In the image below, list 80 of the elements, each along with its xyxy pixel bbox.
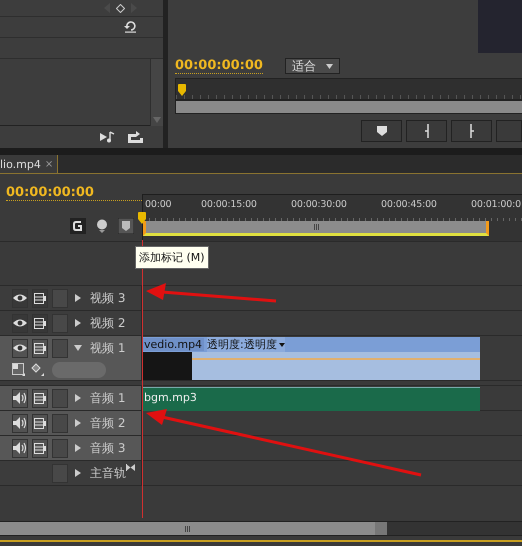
expand-triangle-icon[interactable] (74, 469, 82, 477)
lock-toggle[interactable] (52, 438, 68, 458)
lock-toggle[interactable] (52, 338, 68, 358)
expand-triangle-icon[interactable] (74, 419, 82, 427)
video-clip[interactable]: vedio.mp4 透明度:透明度 (142, 337, 480, 380)
expand-triangle-icon[interactable] (74, 444, 82, 452)
track-name: 视频 2 (90, 314, 126, 332)
film-icon[interactable] (34, 318, 46, 328)
tooltip: 添加标记 (M) (135, 246, 209, 269)
export-icon[interactable] (128, 131, 143, 143)
film-icon[interactable] (34, 292, 46, 304)
speaker-icon[interactable] (13, 442, 27, 454)
clip-name: vedio.mp4 (142, 338, 204, 351)
track-name: 主音轨 (90, 464, 126, 482)
video-preview (478, 0, 522, 53)
scroll-bar[interactable] (0, 522, 375, 535)
clip-name: bgm.mp3 (143, 390, 198, 404)
time-label: 00:00 (145, 199, 172, 210)
mark-in-button[interactable] (406, 120, 447, 142)
film-icon[interactable] (34, 418, 46, 428)
eye-icon[interactable] (13, 318, 27, 328)
display-mode-icon[interactable] (12, 363, 25, 376)
close-button[interactable]: × (44, 158, 54, 170)
time-label: 00:00:45:00 (381, 199, 437, 210)
speaker-icon[interactable] (13, 417, 27, 429)
tab-label: lio.mp4 (0, 158, 41, 170)
track-name: 音频 2 (90, 414, 126, 432)
marker-icon (376, 126, 386, 136)
track-header[interactable]: 音频 3 (0, 436, 142, 460)
time-label: 00:01:00:0 (471, 199, 521, 210)
effect-menu[interactable]: 透明度:透明度 (207, 337, 285, 352)
playhead-icon[interactable] (178, 84, 186, 96)
play-audio-icon[interactable] (100, 131, 116, 143)
collapse-triangle-icon[interactable] (74, 344, 82, 352)
add-marker-icon[interactable] (118, 218, 134, 234)
mark-out-icon (468, 124, 474, 138)
keyframe-icon[interactable] (31, 363, 44, 376)
time-label: 00:00:15:00 (201, 199, 257, 210)
grip-icon (185, 526, 190, 532)
track-name: 视频 1 (90, 340, 126, 356)
diamond-icon[interactable] (116, 4, 125, 12)
mark-in-icon (424, 124, 430, 138)
scroll-bar[interactable] (150, 59, 163, 126)
lock-toggle[interactable] (52, 414, 68, 432)
lightbulb-icon[interactable] (96, 219, 108, 233)
snap-icon[interactable] (70, 218, 86, 234)
eye-icon[interactable] (13, 293, 27, 303)
timecode[interactable]: 00:00:00:00 (6, 186, 142, 201)
lock-toggle[interactable] (52, 388, 68, 408)
thumbnail-placeholder (142, 352, 192, 380)
add-marker-button[interactable] (361, 120, 402, 142)
film-icon[interactable] (34, 392, 46, 404)
eye-icon[interactable] (13, 343, 27, 353)
expand-triangle-icon[interactable] (74, 319, 82, 327)
sequence-tab[interactable]: lio.mp4 × (0, 155, 58, 173)
zoom-scroll-bar[interactable] (175, 100, 522, 114)
track-header[interactable]: 音频 2 (0, 411, 142, 435)
track-header[interactable]: 音频 1 (0, 386, 142, 410)
zoom-value: 适合 (292, 58, 316, 74)
mark-out-button[interactable] (451, 120, 492, 142)
bowtie-icon[interactable] (126, 464, 135, 470)
film-icon[interactable] (34, 442, 46, 454)
film-icon[interactable] (34, 342, 46, 354)
time-label: 00:00:30:00 (291, 199, 347, 210)
timecode[interactable]: 00:00:00:00 (175, 58, 263, 74)
track-name: 视频 3 (90, 290, 126, 306)
audio-clip[interactable]: bgm.mp3 (142, 387, 480, 411)
caret-icon (278, 342, 285, 346)
expand-triangle-icon[interactable] (74, 394, 82, 402)
zoom-dropdown[interactable]: 适合 (284, 58, 340, 74)
expand-triangle-icon[interactable] (74, 294, 82, 302)
track-name: 音频 3 (90, 440, 126, 456)
track-name: 音频 1 (90, 390, 126, 406)
speaker-icon[interactable] (13, 392, 27, 404)
caret-icon (326, 64, 333, 68)
grip-icon[interactable] (314, 224, 318, 230)
playhead-icon[interactable] (138, 212, 146, 224)
time-ruler[interactable]: 00:00 00:00:15:00 00:00:30:00 00:00:45:00 00:01:00:0 (142, 194, 522, 241)
reset-icon[interactable] (124, 21, 137, 33)
track-header[interactable]: 视频 1 (0, 336, 142, 380)
